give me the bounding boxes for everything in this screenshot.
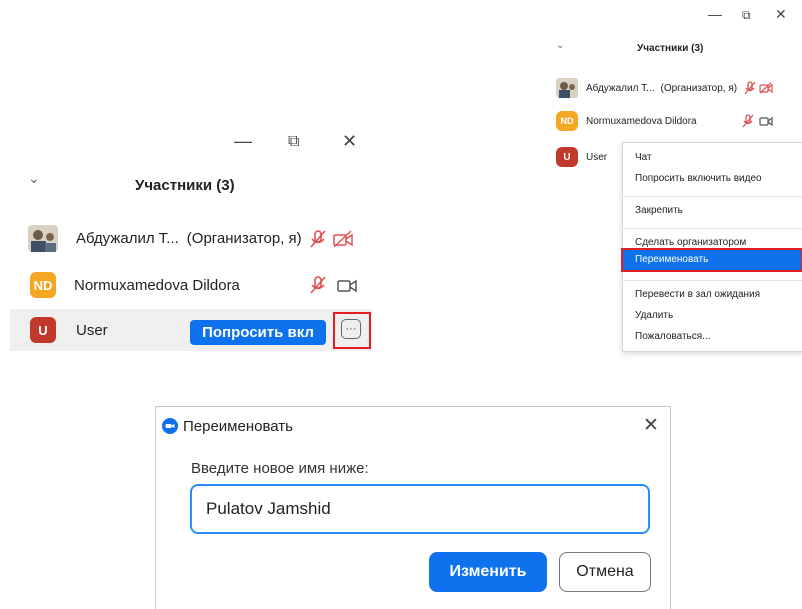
name-input[interactable]: Pulatov Jamshid bbox=[190, 484, 650, 534]
more-dots-icon[interactable]: ··· bbox=[341, 319, 361, 339]
panel-title: Участники (3) bbox=[135, 177, 235, 194]
mic-muted-icon[interactable] bbox=[308, 275, 328, 295]
menu-item-remove[interactable]: Удалить bbox=[635, 310, 673, 321]
participant-role: (Организатор, я) bbox=[660, 82, 738, 94]
context-menu: Чат Попросить включить видео Закрепить С… bbox=[621, 142, 802, 352]
menu-separator bbox=[623, 196, 802, 197]
participant-row[interactable]: Абдужалил Т... (Организатор, я) bbox=[28, 225, 354, 252]
zoom-logo-icon bbox=[162, 418, 178, 434]
participant-name: User bbox=[586, 151, 608, 163]
menu-item-rename[interactable]: Переименовать bbox=[635, 254, 708, 265]
restore-icon[interactable]: ⧉ bbox=[742, 8, 751, 23]
participant-row[interactable]: Абдужалил Т... (Организатор, я) bbox=[556, 78, 773, 98]
close-icon[interactable]: ✕ bbox=[342, 131, 357, 152]
dialog-prompt: Введите новое имя ниже: bbox=[191, 460, 369, 477]
participant-row[interactable]: U User bbox=[30, 317, 108, 343]
participant-name: User bbox=[76, 321, 108, 339]
menu-item-ask-video[interactable]: Попросить включить видео bbox=[635, 173, 762, 184]
menu-item-make-host[interactable]: Сделать организатором bbox=[635, 237, 746, 248]
participant-row[interactable]: ND Normuxamedova Dildora bbox=[556, 111, 773, 131]
menu-item-report[interactable]: Пожаловаться... bbox=[635, 331, 710, 342]
participant-name: Normuxamedova Dildora bbox=[74, 276, 240, 294]
participant-name: Абдужалил Т... bbox=[586, 82, 655, 94]
mic-muted-icon[interactable] bbox=[308, 229, 328, 249]
confirm-button[interactable]: Изменить bbox=[429, 552, 547, 592]
video-icon[interactable] bbox=[336, 276, 358, 294]
ask-video-button[interactable]: Попросить вкл bbox=[190, 320, 326, 345]
participant-role: (Организатор, я) bbox=[186, 230, 302, 247]
video-icon[interactable] bbox=[759, 115, 773, 127]
video-off-icon[interactable] bbox=[332, 229, 354, 248]
avatar: ND bbox=[556, 111, 578, 131]
mic-muted-icon[interactable] bbox=[741, 114, 755, 128]
avatar: ND bbox=[30, 272, 56, 298]
participant-row[interactable]: U User bbox=[556, 147, 607, 167]
avatar: U bbox=[556, 147, 578, 167]
restore-icon[interactable]: ⧉ bbox=[288, 133, 299, 151]
video-off-icon[interactable] bbox=[759, 82, 773, 94]
menu-item-waiting-room[interactable]: Перевести в зал ожидания bbox=[635, 289, 760, 300]
participant-name: Normuxamedova Dildora bbox=[586, 115, 697, 127]
name-input-value: Pulatov Jamshid bbox=[206, 499, 331, 518]
collapse-chevron-icon[interactable]: ⌄ bbox=[28, 170, 40, 187]
close-icon[interactable]: ✕ bbox=[775, 6, 787, 23]
avatar bbox=[28, 225, 58, 252]
menu-separator bbox=[623, 228, 802, 229]
close-icon[interactable]: ✕ bbox=[643, 414, 659, 437]
menu-item-chat[interactable]: Чат bbox=[635, 152, 652, 163]
menu-separator bbox=[623, 280, 802, 281]
panel-title: Участники (3) bbox=[637, 43, 704, 54]
participant-name: Абдужалил Т... bbox=[76, 230, 179, 247]
menu-item-pin[interactable]: Закрепить bbox=[635, 205, 683, 216]
rename-dialog: Переименовать ✕ Введите новое имя ниже: … bbox=[155, 406, 671, 609]
dialog-title: Переименовать bbox=[183, 418, 293, 435]
minimize-icon[interactable]: — bbox=[234, 131, 252, 152]
avatar bbox=[556, 78, 578, 98]
avatar: U bbox=[30, 317, 56, 343]
minimize-icon[interactable]: — bbox=[708, 6, 722, 22]
cancel-button[interactable]: Отмена bbox=[559, 552, 651, 592]
collapse-chevron-icon[interactable]: ⌄ bbox=[556, 40, 564, 51]
mic-muted-icon[interactable] bbox=[743, 81, 757, 95]
participant-row[interactable]: ND Normuxamedova Dildora bbox=[30, 272, 358, 298]
